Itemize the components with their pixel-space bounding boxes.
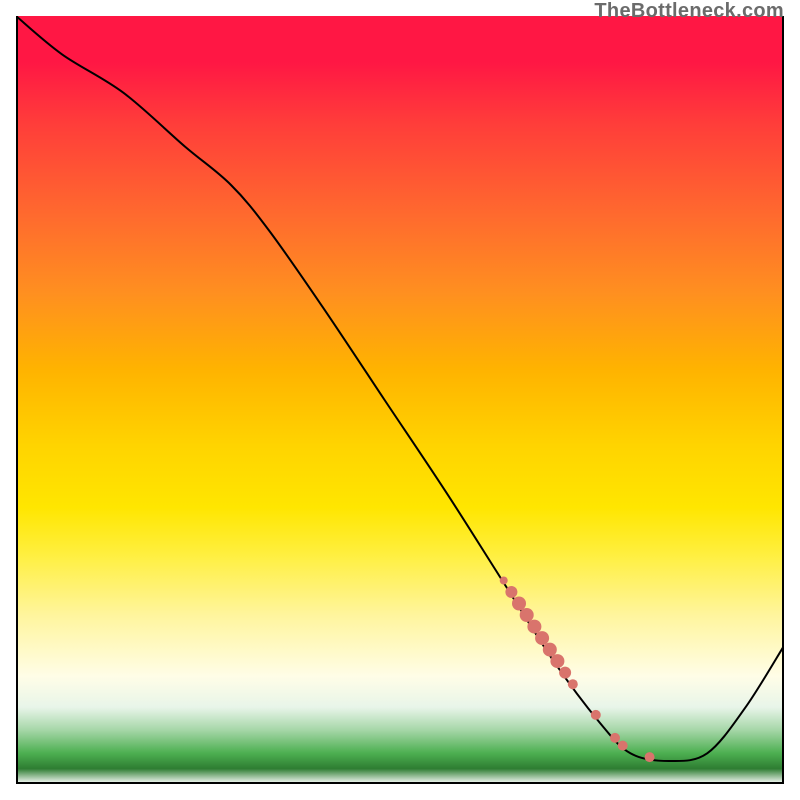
bottleneck-chart: TheBottleneck.com [0,0,800,800]
watermark-text: TheBottleneck.com [594,0,784,23]
heat-gradient-background [16,16,784,784]
